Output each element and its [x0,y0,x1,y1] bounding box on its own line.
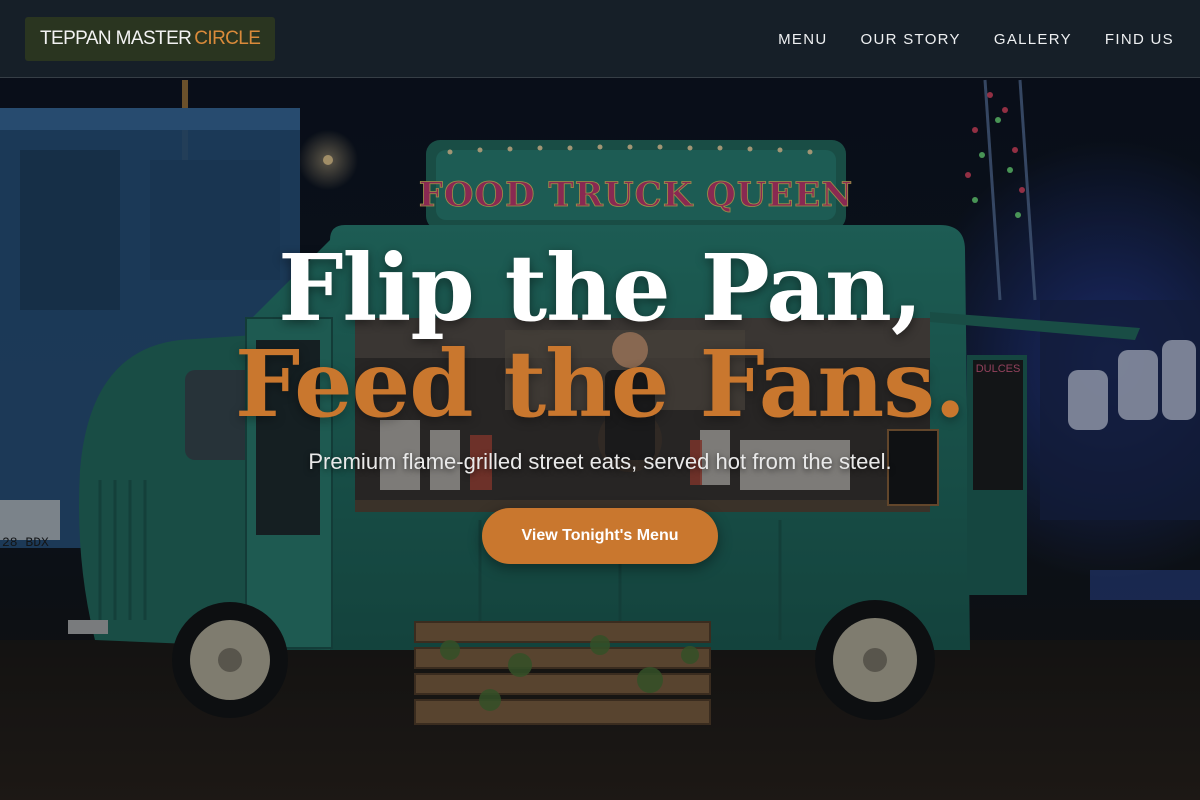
hero-headline-line2: Feed the Fans. [234,330,966,438]
hero-section: Flip the Pan, Feed the Fans. Premium fla… [0,0,1200,800]
hero-subtitle: Premium flame-grilled street eats, serve… [308,449,892,474]
view-menu-button[interactable]: View Tonight's Menu [482,508,718,564]
hero-headline-line1: Flip the Pan, [278,234,923,342]
